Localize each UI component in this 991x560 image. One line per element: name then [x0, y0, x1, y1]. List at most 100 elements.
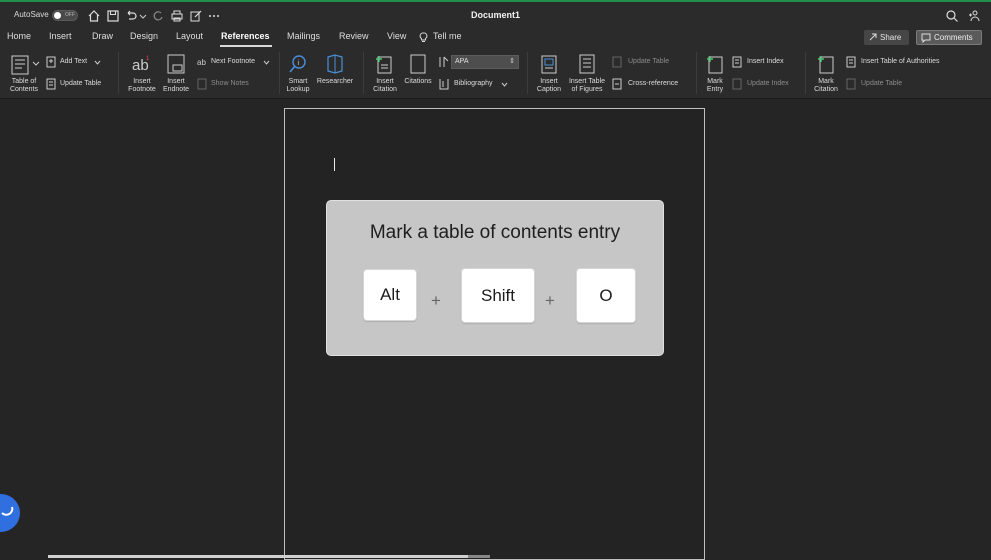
insert-index-button[interactable]: Insert Index	[747, 58, 784, 65]
tab-draw[interactable]: Draw	[92, 31, 113, 41]
insert-endnote-icon[interactable]	[165, 53, 187, 75]
search-icon[interactable]	[945, 9, 959, 23]
mark-entry-line1: Mark	[707, 78, 723, 85]
insert-footnote-icon[interactable]: ab1	[130, 53, 152, 75]
mark-entry-line2: Entry	[706, 86, 724, 93]
insert-footnote-line2: Footnote	[128, 86, 156, 93]
bibliography-icon[interactable]	[438, 78, 450, 90]
insert-table-figures-line1: Insert Table	[568, 78, 606, 85]
smart-lookup-line2: Lookup	[286, 86, 310, 93]
comment-icon	[921, 33, 931, 43]
insert-citation-label[interactable]: Insert Citation	[368, 78, 402, 94]
chevron-down-icon[interactable]	[94, 60, 101, 65]
ribbon-separator	[363, 52, 364, 94]
chevron-down-icon[interactable]	[501, 82, 508, 87]
insert-table-figures-line2: of Figures	[571, 86, 603, 93]
share-label: Share	[880, 33, 902, 42]
insert-citation-icon[interactable]	[373, 53, 395, 75]
lightbulb-icon	[419, 32, 428, 42]
citations-icon[interactable]	[408, 53, 428, 75]
svg-text:1: 1	[146, 56, 150, 62]
chevron-updown-icon: ⇕	[509, 58, 515, 65]
toc-dropdown-icon[interactable]	[32, 61, 40, 67]
toc-label-line2: Contents	[9, 86, 39, 93]
researcher-icon[interactable]	[324, 53, 346, 75]
smart-lookup-label[interactable]: Smart Lookup	[282, 78, 314, 94]
tab-design[interactable]: Design	[130, 31, 158, 41]
update-index-icon[interactable]	[732, 78, 743, 90]
insert-index-icon[interactable]	[732, 56, 743, 68]
show-notes-button[interactable]: Show Notes	[211, 80, 249, 87]
cross-reference-button[interactable]: Cross-reference	[628, 80, 678, 87]
insert-endnote-line2: Endnote	[162, 86, 190, 93]
mark-citation-line1: Mark	[818, 78, 834, 85]
ribbon-separator	[118, 52, 119, 94]
smart-lookup-icon[interactable]: i	[287, 53, 309, 75]
title-bar: AutoSave OFF Document1	[0, 2, 991, 28]
insert-citation-line1: Insert	[376, 78, 394, 85]
mark-entry-label[interactable]: Mark Entry	[700, 78, 730, 94]
tab-mailings[interactable]: Mailings	[287, 31, 320, 41]
update-index-button[interactable]: Update Index	[747, 80, 789, 87]
next-footnote-icon[interactable]: ab	[197, 57, 208, 67]
tab-view[interactable]: View	[387, 31, 406, 41]
tab-references[interactable]: References	[221, 31, 270, 41]
update-table-icon[interactable]	[46, 78, 57, 90]
tab-insert[interactable]: Insert	[49, 31, 72, 41]
tab-home[interactable]: Home	[7, 31, 31, 41]
update-table-captions-button[interactable]: Update Table	[628, 58, 669, 65]
insert-caption-icon[interactable]	[538, 53, 560, 75]
share-button[interactable]: Share	[864, 30, 909, 45]
insert-citation-line2: Citation	[373, 86, 397, 93]
cross-reference-icon[interactable]	[612, 78, 623, 90]
insert-footnote-line1: Insert	[133, 78, 151, 85]
key-shift: Shift	[461, 268, 535, 323]
style-icon	[439, 56, 449, 67]
tab-review[interactable]: Review	[339, 31, 369, 41]
citation-style-select[interactable]: APA ⇕	[451, 55, 519, 69]
update-table-authorities-icon[interactable]	[846, 78, 857, 90]
insert-table-of-authorities-button[interactable]: Insert Table of Authorities	[861, 58, 939, 65]
bibliography-button[interactable]: Bibliography	[454, 80, 493, 87]
share-arrow-icon	[869, 33, 877, 41]
add-text-button[interactable]: Add Text	[60, 58, 87, 65]
insert-footnote-label[interactable]: Insert Footnote	[124, 78, 160, 94]
svg-text:ab: ab	[197, 58, 206, 67]
next-footnote-button[interactable]: Next Footnote	[211, 58, 255, 65]
mark-citation-icon[interactable]	[815, 53, 837, 75]
show-notes-icon[interactable]	[197, 78, 208, 90]
researcher-button[interactable]: Researcher	[314, 78, 356, 86]
active-tab-indicator	[220, 45, 272, 47]
assistant-icon	[1, 506, 14, 516]
mark-citation-label[interactable]: Mark Citation	[809, 78, 843, 94]
insert-endnote-label[interactable]: Insert Endnote	[158, 78, 194, 94]
insert-caption-line2: Caption	[536, 86, 562, 93]
plus-separator: +	[431, 291, 441, 310]
table-of-contents-icon[interactable]	[9, 54, 31, 76]
insert-table-of-authorities-icon[interactable]	[846, 56, 857, 68]
comments-button[interactable]: Comments	[916, 30, 982, 45]
mark-citation-line2: Citation	[814, 86, 838, 93]
insert-table-of-figures-label[interactable]: Insert Table of Figures	[566, 78, 608, 94]
ribbon-tabs: Home Insert Draw Design Layout Reference…	[0, 28, 991, 48]
insert-caption-label[interactable]: Insert Caption	[532, 78, 566, 94]
smart-lookup-line1: Smart	[288, 78, 308, 85]
add-text-icon[interactable]	[46, 56, 57, 68]
comments-label: Comments	[934, 33, 973, 42]
text-cursor	[334, 158, 335, 171]
update-table-toc-button[interactable]: Update Table	[60, 80, 101, 87]
ribbon-separator	[527, 52, 528, 94]
chevron-down-icon[interactable]	[263, 60, 270, 65]
toc-label: Table of Contents	[4, 78, 44, 94]
plus-separator: +	[545, 291, 555, 310]
update-table-authorities-button[interactable]: Update Table	[861, 80, 902, 87]
insert-endnote-line1: Insert	[167, 78, 185, 85]
share-person-icon[interactable]	[967, 9, 981, 23]
tab-layout[interactable]: Layout	[176, 31, 203, 41]
citations-button[interactable]: Citations	[400, 78, 436, 86]
insert-table-of-figures-icon[interactable]	[576, 53, 598, 75]
update-table-captions-icon[interactable]	[612, 56, 623, 68]
mark-entry-icon[interactable]	[704, 53, 726, 75]
ribbon-separator	[696, 52, 697, 94]
tab-tell-me[interactable]: Tell me	[433, 31, 462, 41]
